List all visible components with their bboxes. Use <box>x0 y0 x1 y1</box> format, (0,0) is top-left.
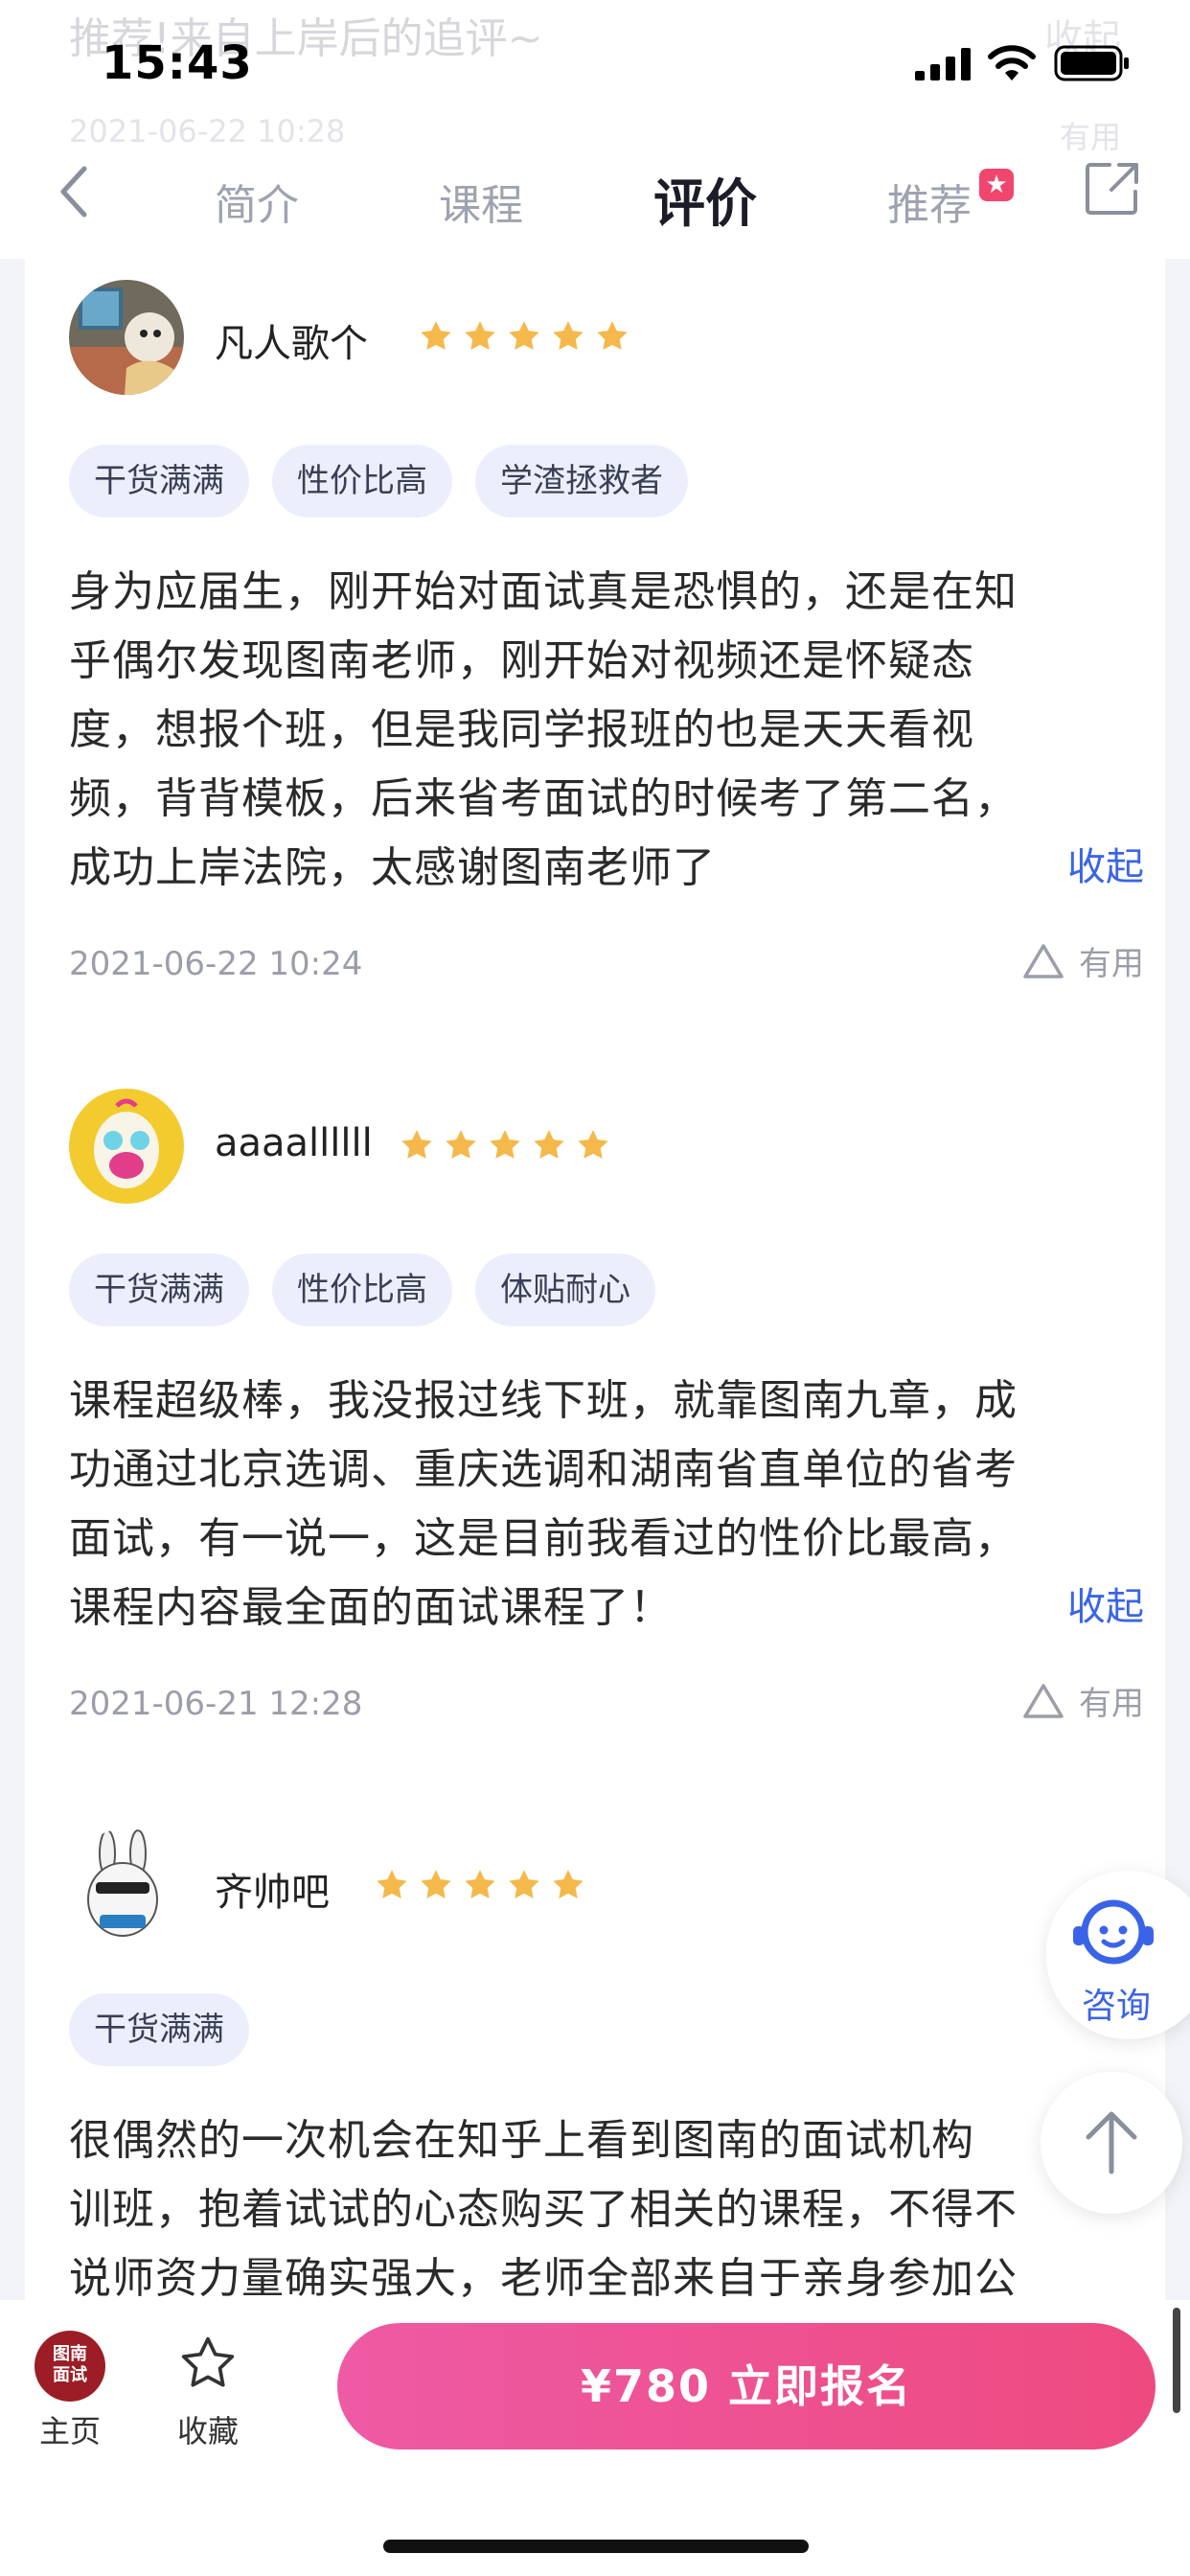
review-item: aaaallllll 干货满满 性价比高 体贴耐心 课程超级棒，我没报过线下班，… <box>69 1089 1144 1817</box>
back-to-top-button[interactable] <box>1041 2072 1182 2214</box>
review-item: 齐帅吧 干货满满 很偶然的一次机会在知乎上看到图南的面试机构 训班，抱着试试的心… <box>69 1828 1144 2308</box>
star-icon <box>465 321 495 350</box>
home-indicator[interactable] <box>383 2540 809 2553</box>
useful-label: 有用 <box>1079 945 1144 983</box>
username: 凡人歌个 <box>215 322 368 366</box>
review-tag: 干货满满 <box>69 1254 249 1326</box>
collapse-link[interactable]: 收起 <box>1067 1576 1144 1631</box>
review-text-line: 训班，抱着试试的心态购买了相关的课程，不得不 <box>69 2185 1018 2234</box>
review-tag: 干货满满 <box>69 1993 249 2066</box>
star-icon <box>597 321 628 350</box>
consult-button[interactable]: 咨询 <box>1046 1871 1190 2039</box>
review-text: 课程超级棒，我没报过线下班，就靠图南九章，成 功通过北京选调、重庆选调和湖南省直… <box>69 1367 1144 1643</box>
favorite-label[interactable]: 收藏 <box>172 2407 243 2451</box>
star-icon <box>509 321 539 350</box>
review-tag: 性价比高 <box>272 1254 452 1326</box>
battery-icon <box>1054 45 1129 81</box>
review-tag: 性价比高 <box>272 445 452 518</box>
back-arrow-icon[interactable] <box>54 163 96 220</box>
review-text-line: 身为应届生，刚开始对面试真是恐惧的，还是在知 <box>69 567 1018 616</box>
home-label[interactable]: 主页 <box>34 2407 105 2451</box>
scrollbar[interactable] <box>1173 2308 1180 2413</box>
review-tags: 干货满满 <box>69 1993 249 2066</box>
star-rating <box>418 318 630 355</box>
customer-service-icon <box>1073 1899 1154 1965</box>
avatar[interactable] <box>69 280 184 395</box>
brand-logo-icon[interactable]: 图南 面试 <box>34 2331 105 2402</box>
status-bar: 15:43 <box>0 0 1190 134</box>
star-icon <box>377 1870 407 1898</box>
star-icon <box>553 1870 584 1898</box>
useful-button[interactable]: 有用 <box>1021 937 1144 984</box>
logo-text: 图南 <box>53 2344 87 2364</box>
star-outline-icon[interactable] <box>176 2333 240 2394</box>
username: aaaallllll <box>215 1121 373 1165</box>
review-date: 2021-06-22 10:24 <box>69 945 363 983</box>
collapse-link[interactable]: 收起 <box>1067 836 1144 891</box>
review-tags: 干货满满 性价比高 体贴耐心 <box>69 1254 655 1326</box>
logo-text: 面试 <box>53 2365 87 2385</box>
review-text-line: 很偶然的一次机会在知乎上看到图南的面试机构 <box>69 2116 974 2165</box>
tab-reviews[interactable]: 评价 <box>653 161 757 237</box>
review-tag: 学渣拯救者 <box>475 445 688 518</box>
thumbs-up-triangle-icon <box>1023 943 1064 978</box>
star-icon <box>401 1130 432 1159</box>
star-icon <box>509 1870 539 1898</box>
star-icon <box>446 1130 476 1159</box>
review-text-line: 功通过北京选调、重庆选调和湖南省直单位的省考 <box>69 1445 1018 1494</box>
review-text-line: 成功上岸法院，太感谢图南老师了 <box>69 843 716 892</box>
star-icon <box>465 1870 495 1898</box>
avatar[interactable] <box>69 1089 184 1204</box>
useful-button[interactable]: 有用 <box>1021 1677 1144 1724</box>
consult-label: 咨询 <box>1081 1987 1151 2026</box>
star-icon <box>534 1130 564 1159</box>
enroll-now-button[interactable]: ¥780 立即报名 <box>337 2323 1156 2450</box>
review-text: 身为应届生，刚开始对面试真是恐惧的，还是在知 乎偶尔发现图南老师，刚开始对视频还… <box>69 558 1144 903</box>
star-icon <box>490 1130 520 1159</box>
arrow-up-icon <box>1086 2111 1137 2174</box>
tab-recommend[interactable]: 推荐 <box>887 171 972 232</box>
review-tag: 干货满满 <box>69 445 249 518</box>
review-text-line: 频，背背模板，后来省考面试的时候考了第二名， <box>69 774 1018 823</box>
review-item: 凡人歌个 干货满满 性价比高 学渣拯救者 身为应届生，刚开始对面试真是恐惧的，还… <box>69 280 1144 1008</box>
star-icon <box>421 321 451 350</box>
share-icon[interactable] <box>1085 161 1140 217</box>
bottom-action-bar: 图南 面试 主页 收藏 ¥780 立即报名 <box>0 2300 1190 2576</box>
avatar[interactable] <box>69 1828 184 1944</box>
star-icon <box>553 321 584 350</box>
review-text-line: 乎偶尔发现图南老师，刚开始对视频还是怀疑态 <box>69 636 974 685</box>
username: 齐帅吧 <box>215 1871 330 1915</box>
review-date: 2021-06-21 12:28 <box>69 1685 363 1723</box>
star-icon <box>578 1130 608 1159</box>
review-text-line: 面试，有一说一，这是目前我看过的性价比最高， <box>69 1514 1018 1563</box>
recommend-badge-icon: ★ <box>979 169 1014 201</box>
review-text-line: 课程内容最全面的面试课程了！ <box>69 1583 673 1632</box>
tab-course[interactable]: 课程 <box>439 171 523 232</box>
review-tag: 体贴耐心 <box>475 1254 655 1326</box>
status-time: 15:43 <box>102 36 253 90</box>
useful-label: 有用 <box>1079 1685 1144 1723</box>
review-text-line: 课程超级棒，我没报过线下班，就靠图南九章，成 <box>69 1376 1018 1425</box>
review-text: 很偶然的一次机会在知乎上看到图南的面试机构 训班，抱着试试的心态购买了相关的课程… <box>69 2106 1144 2313</box>
star-rating <box>374 1867 586 1903</box>
thumbs-up-triangle-icon <box>1023 1683 1064 1718</box>
top-navigation: 简介 课程 评价 推荐 ★ <box>0 144 1190 259</box>
review-text-line: 度，想报个班，但是我同学报班的也是天天看视 <box>69 705 974 754</box>
star-icon <box>421 1870 451 1898</box>
tab-intro[interactable]: 简介 <box>215 171 299 232</box>
star-rating <box>399 1127 611 1163</box>
wifi-icon <box>988 45 1036 80</box>
review-tags: 干货满满 性价比高 学渣拯救者 <box>69 445 688 518</box>
reviews-card: 凡人歌个 干货满满 性价比高 学渣拯救者 身为应届生，刚开始对面试真是恐惧的，还… <box>25 259 1165 2303</box>
cellular-signal-icon <box>915 48 971 80</box>
